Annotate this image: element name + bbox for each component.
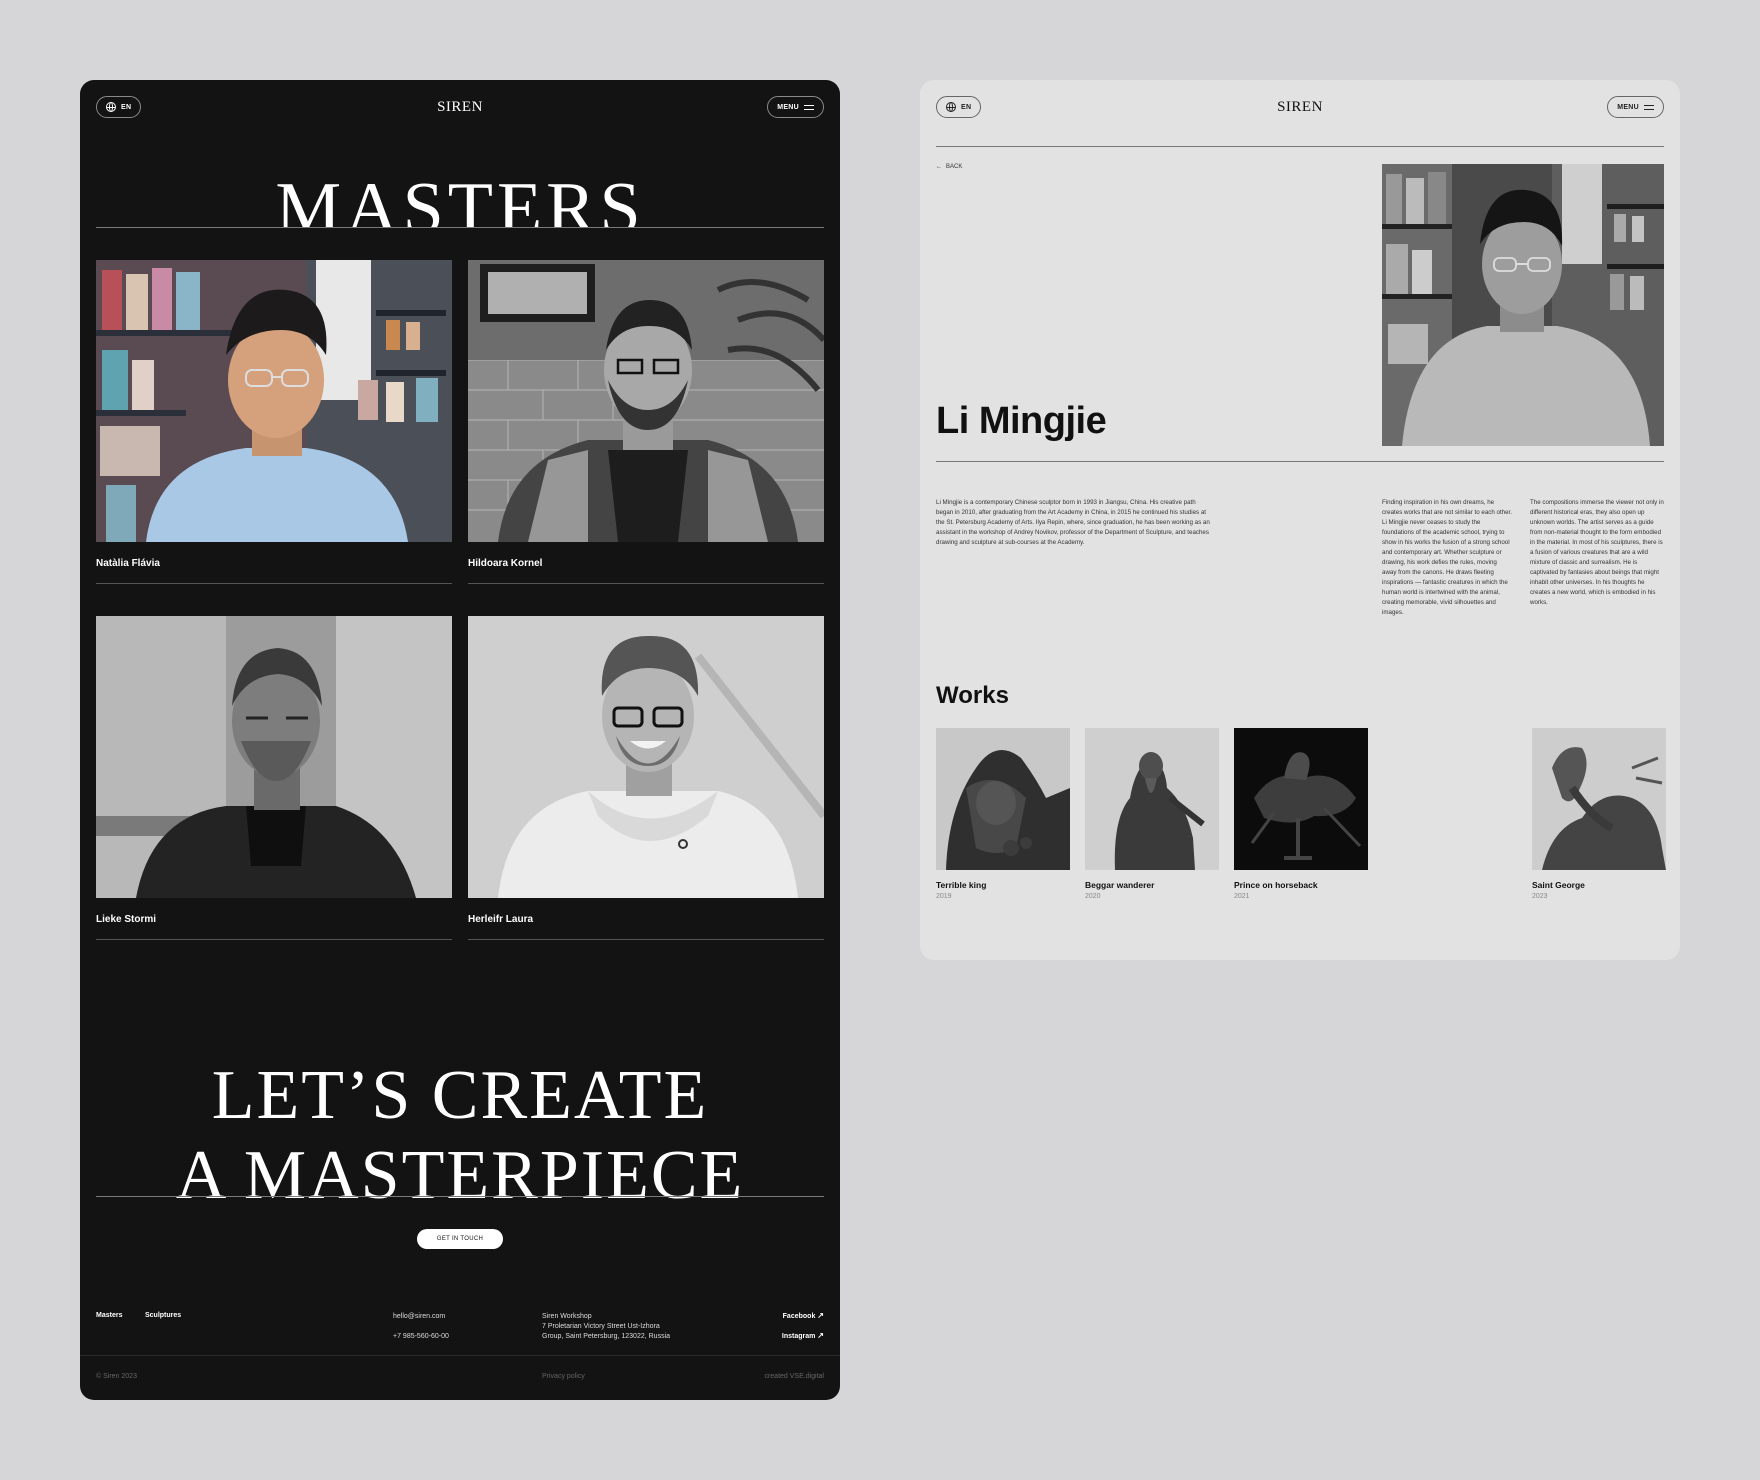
language-label: EN bbox=[121, 103, 132, 111]
masters-page-panel: EN SIREN MENU MASTERS Natàlia Flávia Hil… bbox=[80, 80, 840, 1400]
globe-icon bbox=[106, 102, 116, 112]
cta-line: LET’S CREATE bbox=[211, 1057, 709, 1134]
work-title: Prince on horseback bbox=[1234, 880, 1318, 890]
work-image bbox=[936, 728, 1070, 870]
work-card[interactable]: Terrible king 2019 bbox=[936, 728, 1070, 900]
cta-headline: LET’S CREATE A MASTERPIECE bbox=[80, 1056, 840, 1208]
copyright: © Siren 2023 bbox=[96, 1373, 137, 1380]
divider bbox=[936, 461, 1664, 462]
work-year: 2020 bbox=[1085, 893, 1101, 900]
credit-link[interactable]: created VSE.digital bbox=[764, 1372, 824, 1382]
facebook-label: Facebook bbox=[782, 1313, 816, 1320]
work-title: Beggar wanderer bbox=[1085, 880, 1155, 890]
master-detail-panel: EN SIREN MENU ← BACK Li Mingjie Li Mingj… bbox=[920, 80, 1680, 960]
header: EN SIREN MENU bbox=[936, 96, 1664, 118]
divider bbox=[96, 583, 452, 584]
menu-label: MENU bbox=[1617, 103, 1639, 111]
master-portrait bbox=[1382, 164, 1664, 446]
hamburger-icon bbox=[804, 104, 814, 110]
bio-paragraph: Li Mingjie is a contemporary Chinese scu… bbox=[936, 499, 1210, 546]
work-year: 2019 bbox=[936, 893, 952, 900]
menu-label: MENU bbox=[777, 103, 799, 111]
works-heading: Works bbox=[936, 682, 1009, 709]
divider bbox=[96, 939, 452, 940]
globe-icon bbox=[946, 102, 956, 112]
master-name-heading: Li Mingjie bbox=[936, 400, 1107, 442]
master-name: Herleifr Laura bbox=[468, 914, 534, 925]
site-logo[interactable]: SIREN bbox=[437, 99, 483, 116]
bio-paragraph: Finding inspiration in his own dreams, h… bbox=[1382, 499, 1512, 616]
master-card[interactable]: Natàlia Flávia bbox=[96, 260, 452, 584]
work-card[interactable]: Beggar wanderer 2020 bbox=[1085, 728, 1219, 900]
divider bbox=[80, 1355, 840, 1356]
divider bbox=[96, 227, 824, 228]
header: EN SIREN MENU bbox=[96, 96, 824, 118]
work-title: Terrible king bbox=[936, 880, 987, 890]
address-line: Group, Saint Petersburg, 123022, Russia bbox=[542, 1333, 671, 1340]
master-photo bbox=[468, 616, 824, 898]
menu-button[interactable]: MENU bbox=[767, 96, 824, 118]
master-photo bbox=[96, 260, 452, 542]
get-in-touch-button[interactable]: GET IN TOUCH bbox=[417, 1229, 503, 1249]
divider bbox=[96, 1196, 824, 1197]
master-name: Hildoara Kornel bbox=[468, 558, 543, 569]
master-name: Natàlia Flávia bbox=[96, 558, 160, 569]
instagram-label: Instagram bbox=[781, 1333, 816, 1340]
cta-line: A MASTERPIECE bbox=[175, 1137, 745, 1208]
back-label: BACK bbox=[946, 164, 963, 170]
arrow-left-icon: ← bbox=[936, 164, 942, 170]
footer-link-masters[interactable]: Masters bbox=[96, 1311, 122, 1321]
footer-link-facebook[interactable]: Facebook ↗ bbox=[783, 1311, 824, 1322]
work-year: 2021 bbox=[1234, 893, 1250, 900]
master-card[interactable]: Herleifr Laura bbox=[468, 616, 824, 940]
footer-link-sculptures[interactable]: Sculptures bbox=[145, 1311, 181, 1321]
master-photo bbox=[468, 260, 824, 542]
work-card[interactable]: Saint George 2023 bbox=[1532, 728, 1666, 900]
arrow-up-right-icon: ↗ bbox=[817, 1331, 824, 1340]
work-image bbox=[1234, 728, 1368, 870]
back-link[interactable]: ← BACK bbox=[936, 164, 962, 170]
divider bbox=[468, 939, 824, 940]
footer-address: Siren Workshop 7 Proletarian Victory Str… bbox=[542, 1312, 670, 1342]
master-name: Lieke Stormi bbox=[96, 914, 157, 925]
language-label: EN bbox=[961, 103, 972, 111]
address-line: 7 Proletarian Victory Street Ust-Izhora bbox=[542, 1323, 660, 1330]
work-title: Saint George bbox=[1532, 880, 1585, 890]
menu-button[interactable]: MENU bbox=[1607, 96, 1664, 118]
master-card[interactable]: Lieke Stormi bbox=[96, 616, 452, 940]
language-switch[interactable]: EN bbox=[96, 96, 142, 118]
bio-paragraph: The compositions immerse the viewer not … bbox=[1530, 499, 1664, 606]
divider bbox=[936, 146, 1664, 147]
arrow-up-right-icon: ↗ bbox=[817, 1311, 824, 1320]
hamburger-icon bbox=[1644, 104, 1654, 110]
language-switch[interactable]: EN bbox=[936, 96, 982, 118]
footer-link-instagram[interactable]: Instagram ↗ bbox=[782, 1331, 824, 1342]
master-photo bbox=[96, 616, 452, 898]
footer-phone[interactable]: +7 985-560-60-00 bbox=[393, 1332, 449, 1342]
work-image bbox=[1532, 728, 1666, 870]
work-card[interactable]: Prince on horseback 2021 bbox=[1234, 728, 1368, 900]
privacy-policy-link[interactable]: Privacy policy bbox=[542, 1372, 585, 1382]
footer-email[interactable]: hello@siren.com bbox=[393, 1312, 445, 1322]
work-image bbox=[1085, 728, 1219, 870]
site-logo[interactable]: SIREN bbox=[1277, 99, 1323, 116]
address-line: Siren Workshop bbox=[542, 1313, 592, 1320]
page-title: MASTERS bbox=[275, 172, 645, 228]
master-card[interactable]: Hildoara Kornel bbox=[468, 260, 824, 584]
divider bbox=[468, 583, 824, 584]
work-year: 2023 bbox=[1532, 893, 1548, 900]
